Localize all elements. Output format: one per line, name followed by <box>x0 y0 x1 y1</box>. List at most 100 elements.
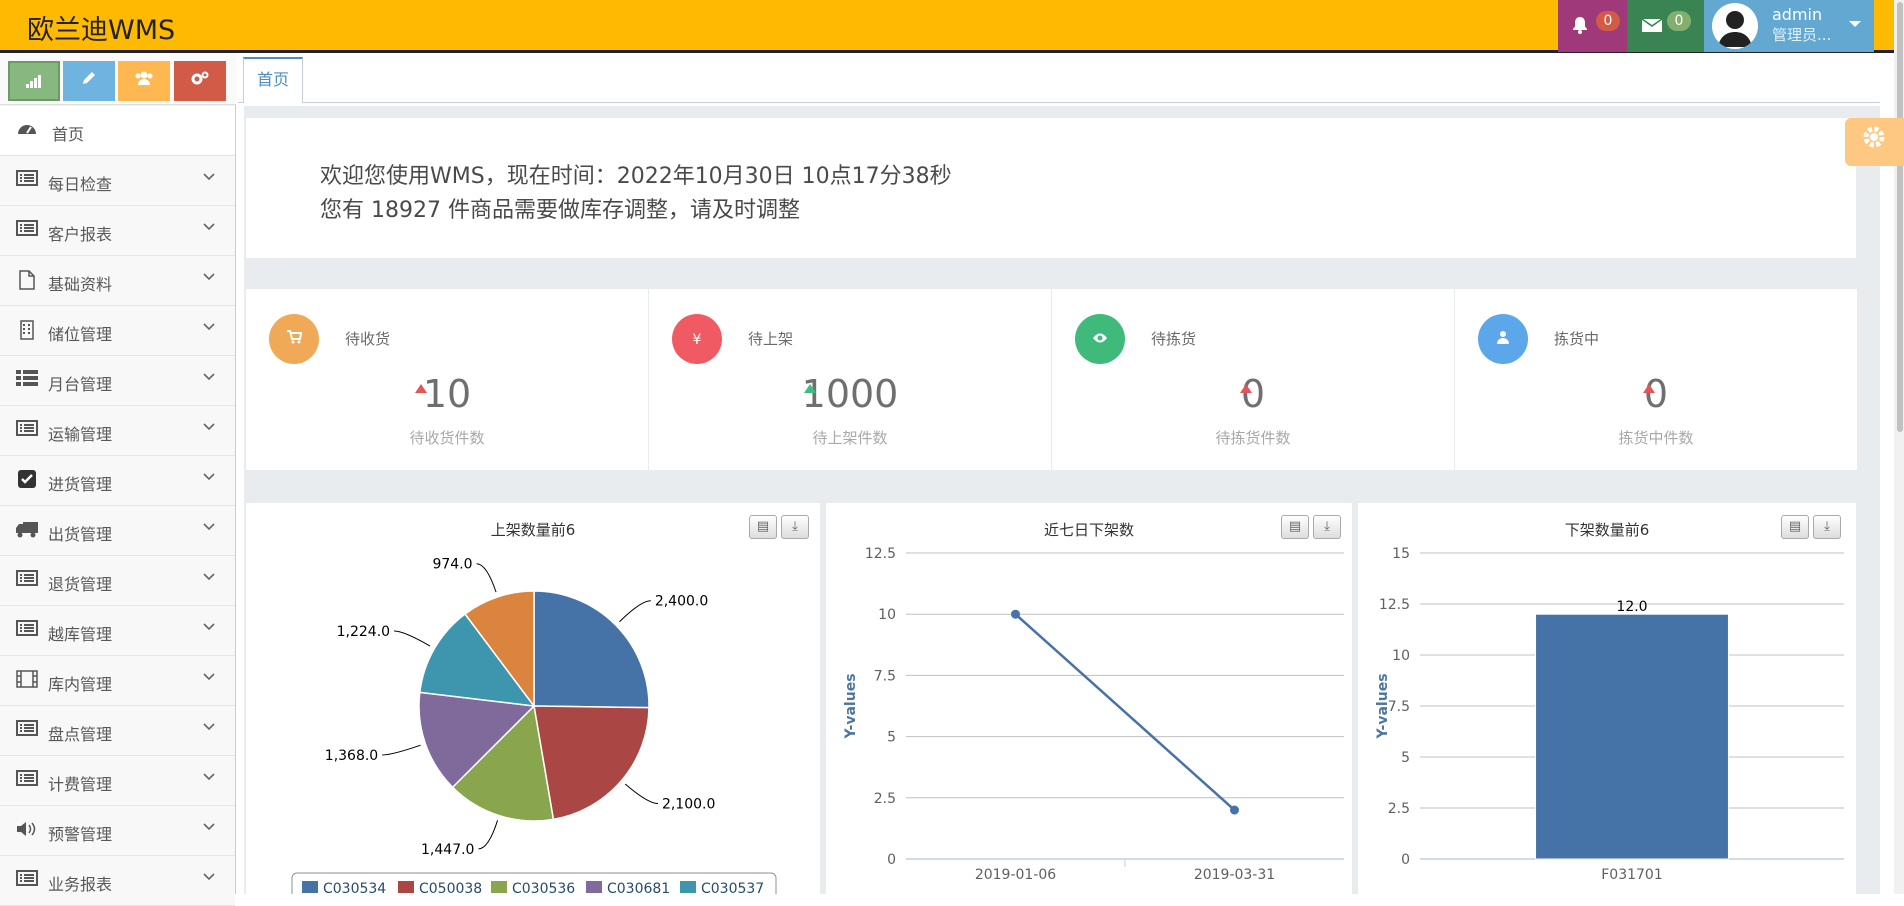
pie-data-label: 1,447.0 <box>421 842 474 858</box>
sidebar-item-label: 盘点管理 <box>48 725 113 744</box>
pie-data-label: 2,100.0 <box>662 797 715 813</box>
stat-title: 待上架 <box>748 330 794 348</box>
user-menu[interactable]: admin 管理员... <box>1704 0 1874 52</box>
legend-swatch[interactable] <box>491 881 507 893</box>
chevron-down-icon <box>203 669 215 685</box>
y-axis-label: Y-values <box>1375 673 1391 739</box>
list-icon <box>15 770 39 792</box>
list-icon <box>15 570 39 592</box>
welcome-panel: 欢迎您使用WMS，现在时间：2022年10月30日 10点17分38秒 您有 1… <box>246 118 1856 258</box>
stat-value: 0 <box>1643 372 1669 416</box>
chevron-down-icon <box>203 269 215 285</box>
cart-icon <box>269 314 319 364</box>
y-tick-label: 2.5 <box>1388 801 1410 817</box>
chevron-down-icon <box>203 169 215 185</box>
legend-label[interactable]: C030536 <box>512 881 575 894</box>
sidebar-item-8[interactable]: 出货管理 <box>0 506 235 556</box>
sidebar-item-9[interactable]: 退货管理 <box>0 556 235 606</box>
chevron-down-icon <box>203 319 215 335</box>
list-icon <box>15 420 39 442</box>
chevron-down-icon <box>203 819 215 835</box>
notifications-button[interactable]: 0 <box>1558 0 1627 52</box>
y-tick-label: 0 <box>1401 852 1410 868</box>
building-icon <box>15 320 39 346</box>
trend-up-icon <box>1240 379 1252 397</box>
legend-swatch[interactable] <box>586 881 602 893</box>
sidebar-item-12[interactable]: 盘点管理 <box>0 706 235 756</box>
sidebar-item-15[interactable]: 业务报表 <box>0 856 235 906</box>
y-tick-label: 10 <box>878 607 896 623</box>
y-tick-label: 5 <box>1401 750 1410 766</box>
sidebar-item-7[interactable]: 进货管理 <box>0 456 235 506</box>
bar-chart-panel: 下架数量前6 ▤ ⤓ 0 2.5 5 7.5 10 12.5 15 Y-values 12.0 F… <box>1358 503 1856 894</box>
sidebar-item-5[interactable]: 月台管理 <box>0 356 235 406</box>
legend-label[interactable]: C030537 <box>701 881 764 894</box>
shortcut-settings-button[interactable] <box>174 61 226 101</box>
sidebar-item-label: 退货管理 <box>48 575 113 594</box>
sidebar-item-6[interactable]: 运输管理 <box>0 406 235 456</box>
pie-data-label: 1,224.0 <box>337 624 390 640</box>
x-tick-label: 2019-01-06 <box>975 867 1056 883</box>
chevron-down-icon <box>203 719 215 735</box>
stat-card: ¥ 待上架 1000 待上架件数 <box>649 289 1051 470</box>
volume-icon <box>15 820 39 844</box>
line-point[interactable] <box>1011 609 1020 619</box>
sidebar-item-14[interactable]: 预警管理 <box>0 806 235 856</box>
sidebar-item-2[interactable]: 客户报表 <box>0 206 235 256</box>
sidebar-item-10[interactable]: 越库管理 <box>0 606 235 656</box>
welcome-adjust-text: 您有 18927 件商品需要做库存调整，请及时调整 <box>320 198 800 223</box>
chart-legend: C030534 C050038 C030536 C030681 C030537 <box>291 872 777 894</box>
legend-label[interactable]: C030681 <box>607 881 670 894</box>
chevron-down-icon <box>203 419 215 435</box>
pie-slice[interactable] <box>533 590 650 709</box>
x-tick-label: 2019-03-31 <box>1194 867 1275 883</box>
scrollbar-thumb[interactable] <box>1897 2 1903 432</box>
stat-card: 拣货中 0 拣货中件数 <box>1455 289 1857 470</box>
y-tick-label: 0 <box>887 852 896 868</box>
shortcut-signal-button[interactable] <box>8 61 60 101</box>
sidebar-item-4[interactable]: 储位管理 <box>0 306 235 356</box>
sidebar-item-1[interactable]: 每日检查 <box>0 156 235 206</box>
sidebar-shortcuts <box>0 53 236 105</box>
legend-label[interactable]: C030534 <box>323 881 386 894</box>
bar[interactable] <box>1535 613 1729 860</box>
stat-value: 10 <box>422 372 472 416</box>
shortcut-users-button[interactable] <box>118 61 170 101</box>
line-point[interactable] <box>1230 805 1239 815</box>
sidebar-item-label: 每日检查 <box>48 175 113 194</box>
pie-chart-panel: 上架数量前6 ▤ ⤓ 2,400.0 2,100.0 1,447.0 1,368.0 1… <box>246 503 820 894</box>
y-tick-label: 15 <box>1392 546 1410 562</box>
sidebar-item-label: 业务报表 <box>48 875 113 894</box>
welcome-time-text: 欢迎您使用WMS，现在时间：2022年10月30日 10点17分38秒 <box>320 164 952 189</box>
pie-slice[interactable] <box>533 705 650 821</box>
messages-button[interactable]: 0 <box>1627 0 1704 52</box>
sidebar-item-13[interactable]: 计费管理 <box>0 756 235 806</box>
legend-swatch[interactable] <box>302 881 318 893</box>
stat-title: 拣货中 <box>1554 330 1600 348</box>
sidebar-item-11[interactable]: 库内管理 <box>0 656 235 706</box>
chevron-down-icon <box>203 619 215 635</box>
user-role: 管理员... <box>1772 26 1832 44</box>
sidebar-item-3[interactable]: 基础资料 <box>0 256 235 306</box>
legend-label[interactable]: C050038 <box>419 881 482 894</box>
pie-connector <box>476 563 497 593</box>
pie-data-label: 2,400.0 <box>655 594 708 610</box>
trend-up-icon <box>415 379 427 397</box>
dashboard-icon <box>15 120 39 142</box>
pencil-icon <box>81 71 97 91</box>
sidebar-item-0[interactable]: 首页 <box>0 106 235 156</box>
chevron-down-icon <box>203 569 215 585</box>
trend-up-icon <box>804 379 816 397</box>
sidebar-item-label: 进货管理 <box>48 475 113 494</box>
sidebar-item-label: 基础资料 <box>48 275 113 294</box>
pie-connector <box>382 744 421 756</box>
shortcut-edit-button[interactable] <box>63 61 115 101</box>
user-icon <box>1478 314 1528 364</box>
legend-swatch[interactable] <box>398 881 414 893</box>
brand-title[interactable]: 欧兰迪WMS <box>27 8 175 47</box>
legend-swatch[interactable] <box>680 881 696 893</box>
settings-gear-button[interactable] <box>1845 118 1904 166</box>
tab-home[interactable]: 首页 <box>243 57 303 103</box>
x-tick-label: F031701 <box>1601 867 1663 883</box>
file-icon <box>15 270 39 296</box>
